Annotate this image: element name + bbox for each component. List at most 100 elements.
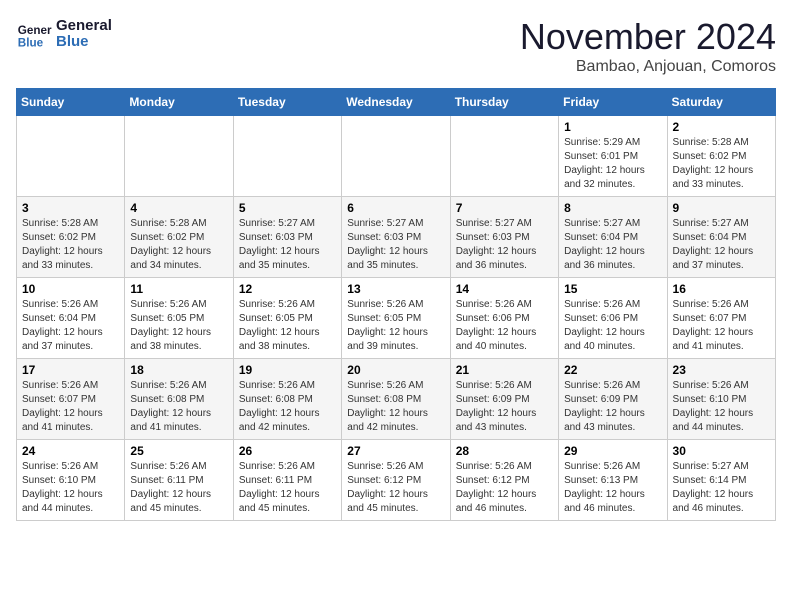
calendar-cell: 27 Sunrise: 5:26 AM Sunset: 6:12 PM Dayli… [342,440,450,521]
calendar-cell: 2 Sunrise: 5:28 AM Sunset: 6:02 PM Daylig… [667,116,775,197]
day-info: Sunrise: 5:27 AM Sunset: 6:14 PM Dayligh… [673,460,770,516]
calendar-cell: 30 Sunrise: 5:27 AM Sunset: 6:14 PM Dayli… [667,440,775,521]
calendar-cell: 12 Sunrise: 5:26 AM Sunset: 6:05 PM Dayli… [233,278,341,359]
day-number: 7 [456,201,553,215]
svg-text:General: General [18,24,52,37]
weekday-header: Saturday [667,89,775,116]
day-number: 10 [22,282,119,296]
day-info: Sunrise: 5:28 AM Sunset: 6:02 PM Dayligh… [130,217,227,273]
calendar-cell: 28 Sunrise: 5:26 AM Sunset: 6:12 PM Dayli… [450,440,558,521]
day-info: Sunrise: 5:26 AM Sunset: 6:05 PM Dayligh… [347,298,444,354]
day-number: 23 [673,363,770,377]
calendar-header-row: SundayMondayTuesdayWednesdayThursdayFrid… [17,89,776,116]
day-number: 13 [347,282,444,296]
day-info: Sunrise: 5:26 AM Sunset: 6:05 PM Dayligh… [130,298,227,354]
day-number: 20 [347,363,444,377]
calendar-cell: 14 Sunrise: 5:26 AM Sunset: 6:06 PM Dayli… [450,278,558,359]
day-info: Sunrise: 5:26 AM Sunset: 6:09 PM Dayligh… [564,379,661,435]
calendar-cell: 16Sunrise: 5:26 AM Sunset: 6:07 PM Dayli… [667,278,775,359]
location-title: Bambao, Anjouan, Comoros [520,58,776,76]
day-number: 28 [456,444,553,458]
day-info: Sunrise: 5:26 AM Sunset: 6:05 PM Dayligh… [239,298,336,354]
day-info: Sunrise: 5:26 AM Sunset: 6:11 PM Dayligh… [130,460,227,516]
day-info: Sunrise: 5:26 AM Sunset: 6:12 PM Dayligh… [456,460,553,516]
day-info: Sunrise: 5:26 AM Sunset: 6:06 PM Dayligh… [564,298,661,354]
day-number: 3 [22,201,119,215]
day-info: Sunrise: 5:26 AM Sunset: 6:06 PM Dayligh… [456,298,553,354]
day-number: 22 [564,363,661,377]
calendar-cell: 11 Sunrise: 5:26 AM Sunset: 6:05 PM Dayli… [125,278,233,359]
day-info: Sunrise: 5:29 AM Sunset: 6:01 PM Dayligh… [564,136,661,192]
logo-text-line1: General [56,18,112,35]
day-info: Sunrise: 5:26 AM Sunset: 6:10 PM Dayligh… [673,379,770,435]
calendar-cell [17,116,125,197]
calendar-cell: 10 Sunrise: 5:26 AM Sunset: 6:04 PM Dayli… [17,278,125,359]
calendar-week-row: 10 Sunrise: 5:26 AM Sunset: 6:04 PM Dayli… [17,278,776,359]
day-info: Sunrise: 5:27 AM Sunset: 6:03 PM Dayligh… [239,217,336,273]
day-number: 24 [22,444,119,458]
calendar-cell: 24 Sunrise: 5:26 AM Sunset: 6:10 PM Dayli… [17,440,125,521]
day-number: 8 [564,201,661,215]
day-number: 18 [130,363,227,377]
day-number: 1 [564,120,661,134]
calendar-cell: 3Sunrise: 5:28 AM Sunset: 6:02 PM Daylig… [17,197,125,278]
day-number: 19 [239,363,336,377]
calendar-week-row: 1 Sunrise: 5:29 AM Sunset: 6:01 PM Daylig… [17,116,776,197]
day-number: 21 [456,363,553,377]
calendar-cell: 5Sunrise: 5:27 AM Sunset: 6:03 PM Daylig… [233,197,341,278]
day-number: 26 [239,444,336,458]
calendar-cell: 6Sunrise: 5:27 AM Sunset: 6:03 PM Daylig… [342,197,450,278]
calendar-cell: 19 Sunrise: 5:26 AM Sunset: 6:08 PM Dayli… [233,359,341,440]
calendar-cell: 23 Sunrise: 5:26 AM Sunset: 6:10 PM Dayli… [667,359,775,440]
weekday-header: Sunday [17,89,125,116]
day-number: 11 [130,282,227,296]
calendar-cell: 7 Sunrise: 5:27 AM Sunset: 6:03 PM Daylig… [450,197,558,278]
day-info: Sunrise: 5:27 AM Sunset: 6:03 PM Dayligh… [456,217,553,273]
day-info: Sunrise: 5:26 AM Sunset: 6:08 PM Dayligh… [347,379,444,435]
day-info: Sunrise: 5:26 AM Sunset: 6:10 PM Dayligh… [22,460,119,516]
day-number: 14 [456,282,553,296]
day-number: 27 [347,444,444,458]
day-info: Sunrise: 5:26 AM Sunset: 6:08 PM Dayligh… [130,379,227,435]
calendar-cell [342,116,450,197]
day-number: 9 [673,201,770,215]
title-block: November 2024 Bambao, Anjouan, Comoros [520,16,776,76]
calendar-cell: 1 Sunrise: 5:29 AM Sunset: 6:01 PM Daylig… [559,116,667,197]
logo: General Blue General Blue [16,16,112,52]
day-number: 12 [239,282,336,296]
day-info: Sunrise: 5:26 AM Sunset: 6:08 PM Dayligh… [239,379,336,435]
calendar-cell: 22 Sunrise: 5:26 AM Sunset: 6:09 PM Dayli… [559,359,667,440]
calendar-week-row: 3 Sunrise: 5:28 AM Sunset: 6:02 PM Daylig… [17,197,776,278]
calendar-cell: 13 Sunrise: 5:26 AM Sunset: 6:05 PM Dayli… [342,278,450,359]
day-info: Sunrise: 5:26 AM Sunset: 6:04 PM Dayligh… [22,298,119,354]
day-number: 16 [673,282,770,296]
day-number: 6 [347,201,444,215]
calendar-cell: 18 Sunrise: 5:26 AM Sunset: 6:08 PM Dayli… [125,359,233,440]
calendar-cell: 25Sunrise: 5:26 AM Sunset: 6:11 PM Dayli… [125,440,233,521]
day-info: Sunrise: 5:26 AM Sunset: 6:12 PM Dayligh… [347,460,444,516]
calendar-cell: 9 Sunrise: 5:27 AM Sunset: 6:04 PM Daylig… [667,197,775,278]
calendar-cell: 17Sunrise: 5:26 AM Sunset: 6:07 PM Dayli… [17,359,125,440]
day-number: 29 [564,444,661,458]
weekday-header: Wednesday [342,89,450,116]
calendar-body: 1 Sunrise: 5:29 AM Sunset: 6:01 PM Daylig… [17,116,776,521]
calendar-cell: 8Sunrise: 5:27 AM Sunset: 6:04 PM Daylig… [559,197,667,278]
day-info: Sunrise: 5:26 AM Sunset: 6:13 PM Dayligh… [564,460,661,516]
day-number: 17 [22,363,119,377]
calendar-cell: 29 Sunrise: 5:26 AM Sunset: 6:13 PM Dayli… [559,440,667,521]
calendar-cell: 26 Sunrise: 5:26 AM Sunset: 6:11 PM Dayli… [233,440,341,521]
page-header: General Blue General Blue November 2024 … [16,16,776,76]
calendar-cell [233,116,341,197]
calendar-cell: 21Sunrise: 5:26 AM Sunset: 6:09 PM Dayli… [450,359,558,440]
day-number: 2 [673,120,770,134]
day-info: Sunrise: 5:26 AM Sunset: 6:11 PM Dayligh… [239,460,336,516]
day-number: 30 [673,444,770,458]
calendar-cell: 20 Sunrise: 5:26 AM Sunset: 6:08 PM Dayli… [342,359,450,440]
day-info: Sunrise: 5:28 AM Sunset: 6:02 PM Dayligh… [673,136,770,192]
calendar-cell [125,116,233,197]
logo-icon: General Blue [16,16,52,52]
day-number: 4 [130,201,227,215]
calendar-week-row: 24 Sunrise: 5:26 AM Sunset: 6:10 PM Dayli… [17,440,776,521]
weekday-header: Thursday [450,89,558,116]
day-info: Sunrise: 5:27 AM Sunset: 6:04 PM Dayligh… [673,217,770,273]
